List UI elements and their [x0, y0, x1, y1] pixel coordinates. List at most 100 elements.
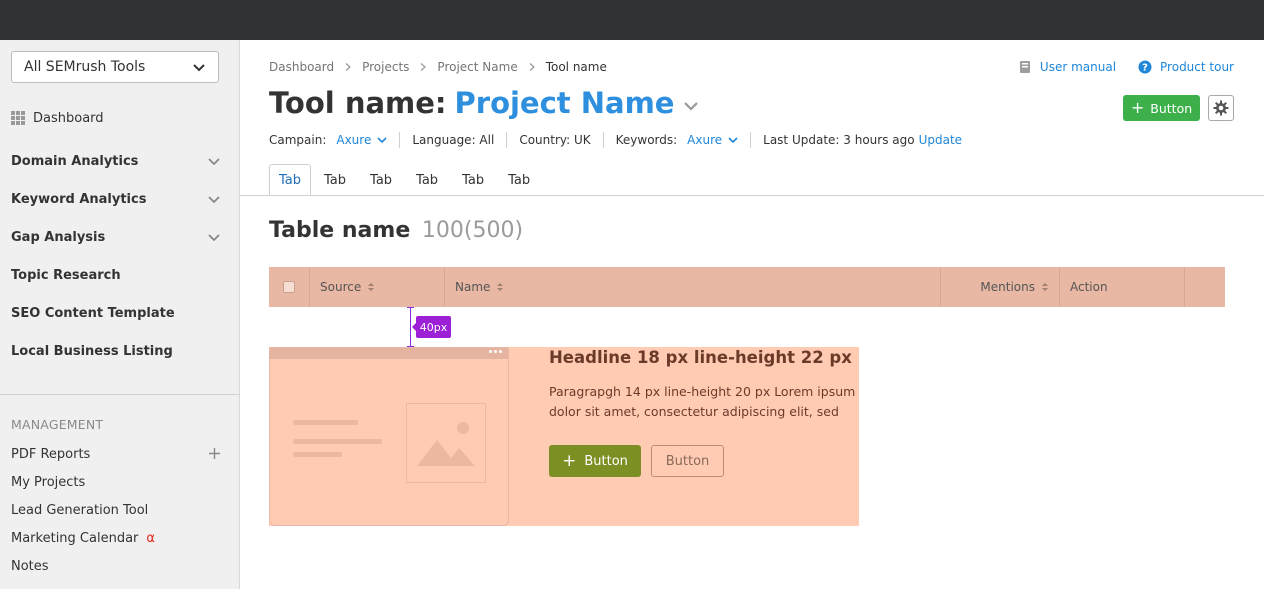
tools-dropdown-value: All SEMrush Tools — [24, 59, 146, 75]
svg-text:?: ? — [1142, 63, 1148, 74]
sidebar-item-dashboard[interactable]: Dashboard — [11, 108, 104, 128]
tools-dropdown[interactable]: All SEMrush Tools — [11, 51, 219, 83]
sidebar-item-label: Topic Research — [11, 267, 121, 283]
sidebar-item-lead-generation-tool[interactable]: Lead Generation Tool — [11, 500, 221, 520]
breadcrumb-current: Tool name — [545, 60, 607, 74]
table-title: Table name 100(500) — [269, 218, 523, 243]
sidebar-item-notes[interactable]: Notes — [11, 556, 221, 576]
top-bar — [0, 0, 1264, 40]
gear-icon — [1213, 100, 1229, 116]
header-primary-button[interactable]: + Button — [1123, 95, 1200, 121]
product-tour-label: Product tour — [1160, 60, 1234, 74]
breadcrumb-project-name[interactable]: Project Name — [437, 60, 517, 74]
sort-icon[interactable] — [367, 281, 375, 293]
window-bar — [270, 348, 508, 359]
sort-icon[interactable] — [1041, 281, 1049, 293]
column-name[interactable]: Name — [445, 267, 941, 307]
sidebar-item-gap-analysis[interactable]: Gap Analysis — [11, 227, 221, 247]
breadcrumb: Dashboard Projects Project Name Tool nam… — [269, 60, 607, 74]
project-name-title[interactable]: Project Name — [455, 86, 675, 120]
sidebar-item-pdf-reports[interactable]: PDF Reports — [11, 444, 221, 464]
tab-5[interactable]: Tab — [453, 164, 493, 196]
chevron-down-icon[interactable] — [682, 97, 700, 115]
sidebar-item-label: Notes — [11, 558, 49, 574]
sidebar-item-label: Dashboard — [33, 110, 104, 126]
sidebar-item-marketing-calendar[interactable]: Marketing Calendar α — [11, 528, 221, 548]
empty-state-card: Headline 18 px line-height 22 px Paragra… — [269, 347, 859, 526]
dots-icon — [487, 350, 502, 353]
plus-icon: + — [1130, 98, 1145, 117]
filter-divider — [750, 132, 752, 148]
chevron-down-icon — [193, 64, 205, 72]
tab-3[interactable]: Tab — [361, 164, 401, 196]
column-header-label: Action — [1070, 280, 1108, 294]
filter-divider — [602, 132, 604, 148]
tool-name-title: Tool name: — [269, 86, 447, 120]
last-update-text: Last Update: 3 hours ago — [763, 133, 915, 147]
user-manual-link[interactable]: User manual — [1018, 60, 1116, 74]
sidebar-item-label: Domain Analytics — [11, 153, 139, 169]
grid-icon — [11, 111, 25, 125]
chevron-right-icon — [529, 63, 535, 71]
update-link[interactable]: Update — [919, 133, 962, 147]
keywords-label: Keywords: — [615, 133, 678, 147]
breadcrumb-projects[interactable]: Projects — [362, 60, 409, 74]
campaign-value[interactable]: Axure — [336, 133, 371, 147]
table-count: 100(500) — [421, 218, 524, 243]
sidebar-item-label: Keyword Analytics — [11, 191, 147, 207]
card-headline: Headline 18 px line-height 22 px — [549, 348, 852, 367]
user-manual-label: User manual — [1039, 60, 1117, 74]
filter-divider — [399, 132, 401, 148]
card-primary-button[interactable]: + Button — [549, 445, 641, 477]
campaign-filter[interactable]: Campain: Axure — [269, 133, 387, 147]
sidebar-divider — [0, 394, 239, 395]
filters-bar: Campain: Axure Language: All Country: UK… — [269, 131, 962, 149]
card-paragraph: Paragrapgh 14 px line-height 20 px Lorem… — [549, 384, 856, 419]
tab-4[interactable]: Tab — [407, 164, 447, 196]
column-header-label: Source — [320, 280, 362, 294]
column-mentions[interactable]: Mentions — [941, 267, 1060, 307]
tab-underline — [240, 195, 1264, 196]
sidebar: All SEMrush Tools Dashboard Domain Analy… — [0, 40, 240, 589]
page-title: Tool name: Project Name — [269, 86, 700, 120]
placeholder-illustration — [269, 347, 509, 526]
sidebar-item-label: My Projects — [11, 474, 86, 490]
column-header-label: Mentions — [980, 280, 1035, 294]
sidebar-item-label: Lead Generation Tool — [11, 502, 149, 518]
sidebar-item-label: PDF Reports — [11, 446, 91, 462]
alpha-badge: α — [146, 530, 155, 546]
column-source[interactable]: Source — [310, 267, 445, 307]
chevron-down-icon — [377, 137, 387, 144]
sidebar-item-my-projects[interactable]: My Projects — [11, 472, 221, 492]
column-action: Action — [1060, 267, 1185, 307]
sidebar-item-local-business-listing[interactable]: Local Business Listing — [11, 341, 221, 361]
question-icon: ? — [1138, 60, 1152, 74]
tab-1[interactable]: Tab — [269, 164, 312, 196]
language-filter[interactable]: Language: All — [412, 133, 494, 147]
tab-bar: Tab Tab Tab Tab Tab Tab — [269, 164, 545, 196]
settings-button[interactable] — [1208, 95, 1234, 121]
sidebar-item-topic-research[interactable]: Topic Research — [11, 265, 221, 285]
select-all-checkbox[interactable] — [283, 281, 295, 293]
sidebar-item-label: Marketing Calendar — [11, 530, 139, 546]
header-primary-button-label: Button — [1150, 100, 1193, 116]
country-filter[interactable]: Country: UK — [519, 133, 590, 147]
chevron-down-icon — [208, 196, 220, 204]
breadcrumb-dashboard[interactable]: Dashboard — [269, 60, 334, 74]
sidebar-item-domain-analytics[interactable]: Domain Analytics — [11, 151, 221, 171]
keywords-value[interactable]: Axure — [687, 133, 722, 147]
tab-2[interactable]: Tab — [315, 164, 355, 196]
sidebar-item-label: Local Business Listing — [11, 343, 173, 359]
sidebar-item-keyword-analytics[interactable]: Keyword Analytics — [11, 189, 221, 209]
tab-6[interactable]: Tab — [499, 164, 539, 196]
text-line-placeholder — [293, 439, 382, 444]
keywords-filter[interactable]: Keywords: Axure — [616, 133, 739, 147]
book-icon — [1019, 61, 1030, 73]
product-tour-link[interactable]: ? Product tour — [1138, 60, 1234, 74]
sidebar-item-seo-content-template[interactable]: SEO Content Template — [11, 303, 221, 323]
spacing-marker — [407, 307, 414, 347]
chevron-down-icon — [208, 234, 220, 242]
card-secondary-button[interactable]: Button — [651, 445, 724, 477]
sort-icon[interactable] — [496, 281, 504, 293]
plus-icon[interactable] — [208, 447, 221, 460]
